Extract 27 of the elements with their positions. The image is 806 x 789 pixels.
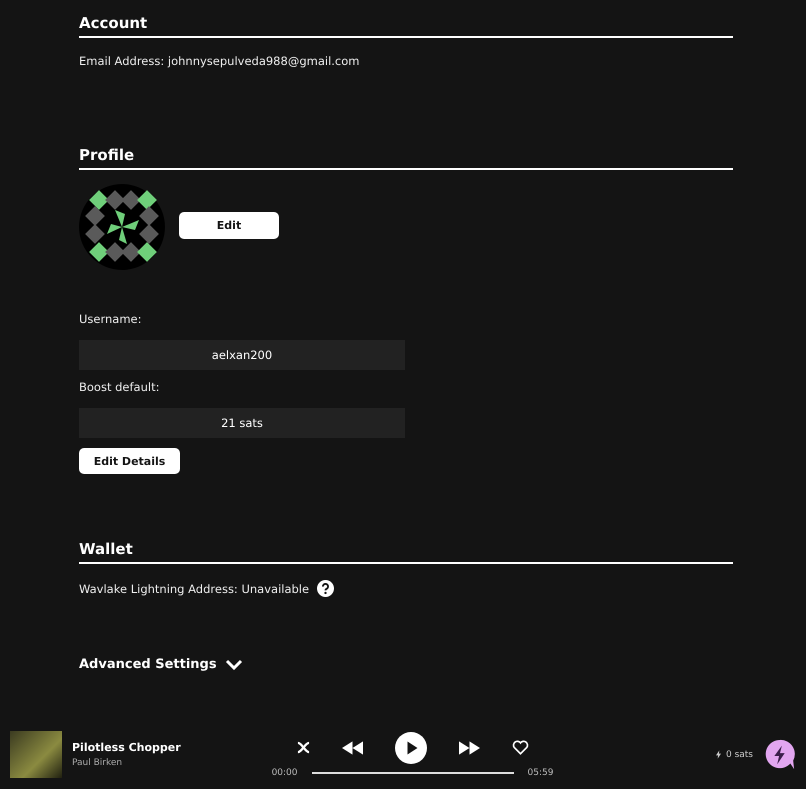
help-icon[interactable] bbox=[317, 580, 334, 597]
lightning-icon bbox=[716, 750, 721, 759]
value-field: aelxan200 bbox=[79, 340, 405, 370]
rewind-icon[interactable] bbox=[342, 740, 362, 754]
edit-button[interactable]: Edit bbox=[179, 212, 279, 238]
section-heading: Profile bbox=[79, 146, 733, 170]
email-text: Email Address: johnnysepulveda988@gmail.com bbox=[79, 54, 360, 68]
fast-forward-icon[interactable] bbox=[458, 740, 480, 754]
section-heading: Account bbox=[79, 14, 733, 38]
field-label: Boost default: bbox=[79, 380, 160, 396]
artist-name: Paul Birken bbox=[72, 758, 124, 768]
boost-button[interactable] bbox=[764, 738, 796, 770]
album-art bbox=[10, 731, 62, 778]
track-title: Pilotless Chopper bbox=[72, 741, 181, 754]
value-field: 21 sats bbox=[79, 408, 405, 438]
field-label: Username: bbox=[79, 312, 142, 328]
play-button[interactable] bbox=[394, 732, 426, 764]
lightning-address-text: Wavlake Lightning Address: Unavailable bbox=[79, 582, 310, 596]
sats-balance: 0 sats bbox=[726, 750, 753, 760]
section-heading: Wallet bbox=[79, 540, 733, 564]
duration-time: 05:59 bbox=[528, 768, 554, 778]
elapsed-time: 00:00 bbox=[272, 768, 298, 778]
chevron-icon[interactable] bbox=[224, 658, 243, 670]
edit-details-button[interactable]: Edit Details bbox=[79, 448, 180, 474]
advanced-settings-toggle[interactable]: Advanced Settings bbox=[79, 657, 243, 672]
shuffle-icon[interactable] bbox=[296, 741, 310, 754]
heart-icon[interactable] bbox=[512, 740, 528, 755]
